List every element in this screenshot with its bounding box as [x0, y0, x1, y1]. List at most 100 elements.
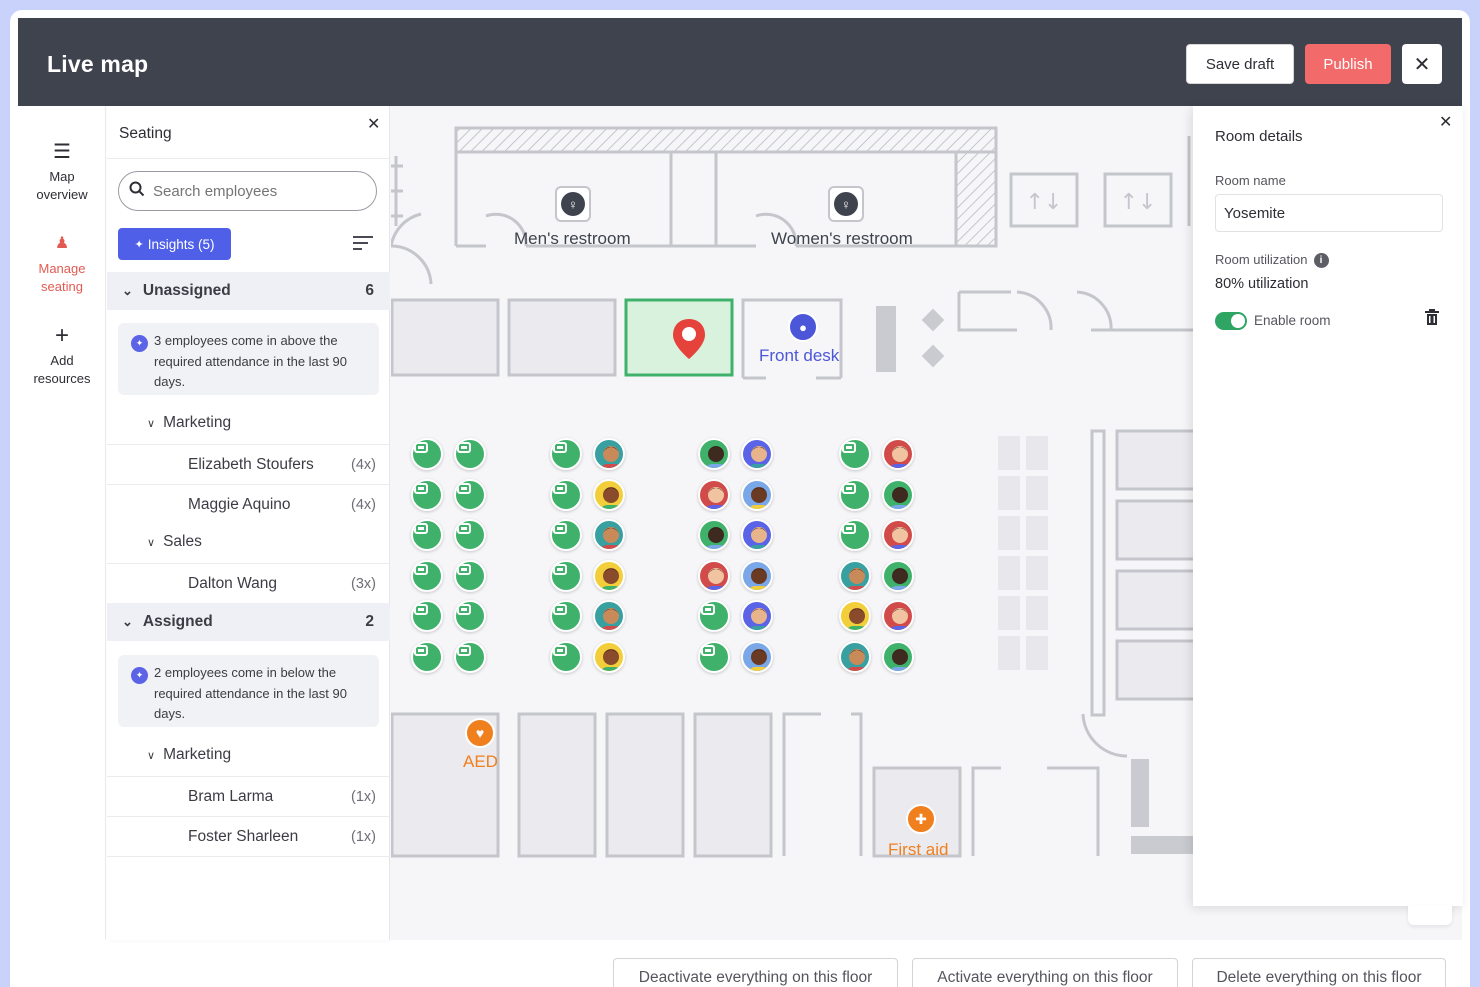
avatar[interactable] [741, 641, 773, 673]
employee-row[interactable]: Dalton Wang (3x) [107, 563, 390, 603]
rail-map-overview[interactable]: ☰ Map overview [18, 140, 106, 204]
womens-restroom-label: Women's restroom [771, 229, 913, 248]
avatar[interactable] [882, 438, 914, 470]
desk-icon[interactable] [698, 641, 730, 673]
desk-icon[interactable] [454, 479, 486, 511]
search-employees[interactable] [118, 171, 377, 211]
close-icon[interactable]: ✕ [1439, 112, 1452, 132]
publish-button[interactable]: Publish [1305, 44, 1391, 84]
enable-room-toggle[interactable] [1215, 312, 1247, 330]
desk-icon[interactable] [550, 600, 582, 632]
search-input[interactable] [153, 182, 353, 200]
desk-icon[interactable] [454, 641, 486, 673]
seating-title: Seating [119, 125, 172, 142]
employee-row[interactable]: Maggie Aquino (4x) [107, 484, 390, 524]
avatar[interactable] [741, 519, 773, 551]
desk-icon[interactable] [454, 519, 486, 551]
desk-icon[interactable] [550, 519, 582, 551]
employee-row[interactable]: Bram Larma (1x) [107, 776, 390, 816]
top-bar: Live map Save draft Publish ✕ [18, 18, 1462, 106]
group-label: Assigned [142, 613, 213, 630]
avatar[interactable] [593, 438, 625, 470]
avatar[interactable] [882, 560, 914, 592]
avatar[interactable] [593, 560, 625, 592]
avatar[interactable] [698, 479, 730, 511]
desk-icon[interactable] [454, 438, 486, 470]
employee-row[interactable]: Elizabeth Stoufers (4x) [107, 444, 390, 484]
desk-icon[interactable] [411, 641, 443, 673]
chevron-down-icon: ⌄ [122, 614, 133, 629]
first-aid-icon[interactable]: ✚ [906, 804, 936, 834]
subgroup-sales[interactable]: ∨ Sales [147, 533, 202, 551]
desk-icon[interactable] [411, 519, 443, 551]
desk-icon[interactable] [550, 438, 582, 470]
avatar[interactable] [882, 519, 914, 551]
avatar[interactable] [593, 519, 625, 551]
desk-icon[interactable] [411, 438, 443, 470]
desk-icon[interactable] [454, 560, 486, 592]
rail-manage-seating[interactable]: ♟ Manage seating [18, 232, 106, 296]
people-icon: ♟ [54, 235, 70, 252]
delete-floor-button[interactable]: Delete everything on this floor [1192, 958, 1446, 987]
enable-room-label: Enable room [1254, 313, 1331, 328]
room-name-field[interactable]: Yosemite [1215, 194, 1443, 232]
avatar[interactable] [882, 479, 914, 511]
close-icon[interactable]: ✕ [1402, 44, 1442, 84]
avatar[interactable] [839, 641, 871, 673]
desk-icon[interactable] [411, 560, 443, 592]
group-unassigned[interactable]: ⌄ Unassigned 6 [107, 272, 390, 310]
deactivate-floor-button[interactable]: Deactivate everything on this floor [613, 958, 898, 987]
insights-button[interactable]: ✦ Insights (5) [118, 228, 231, 260]
desk-icon[interactable] [454, 600, 486, 632]
restroom-icon[interactable]: ♀ [555, 186, 591, 222]
rail-add-resources[interactable]: + Add resources [18, 324, 106, 388]
avatar[interactable] [839, 560, 871, 592]
chevron-down-icon: ∨ [147, 749, 156, 762]
chevron-down-icon: ⌄ [122, 283, 133, 298]
desk-icon[interactable] [550, 641, 582, 673]
avatar[interactable] [741, 600, 773, 632]
trash-icon[interactable] [1425, 309, 1439, 330]
avatar[interactable] [741, 479, 773, 511]
desk-icon[interactable] [411, 600, 443, 632]
desk-icon[interactable] [839, 519, 871, 551]
desk-icon[interactable] [839, 438, 871, 470]
front-desk-label: Front desk [759, 346, 840, 365]
desk-icon[interactable] [698, 600, 730, 632]
subgroup-marketing[interactable]: ∨ Marketing [147, 746, 231, 764]
save-draft-button[interactable]: Save draft [1186, 44, 1294, 84]
desk-icon[interactable] [550, 560, 582, 592]
avatar[interactable] [593, 641, 625, 673]
map-controls[interactable] [1408, 905, 1452, 925]
room-details-panel: Room details ✕ Room name Yosemite Room u… [1193, 106, 1463, 906]
rail-label: Add resources [33, 353, 91, 386]
avatar[interactable] [882, 600, 914, 632]
info-icon[interactable]: i [1313, 253, 1329, 269]
avatar[interactable] [593, 479, 625, 511]
activate-floor-button[interactable]: Activate everything on this floor [912, 958, 1178, 987]
desk-icon[interactable] [550, 479, 582, 511]
sort-icon[interactable] [353, 234, 373, 255]
subgroup-marketing[interactable]: ∨ Marketing [147, 414, 231, 432]
front-desk-icon[interactable]: ● [788, 312, 818, 342]
avatar[interactable] [741, 438, 773, 470]
close-icon[interactable]: ✕ [367, 114, 380, 134]
desk-icon[interactable] [411, 479, 443, 511]
restroom-icon[interactable]: ♀ [828, 186, 864, 222]
group-assigned[interactable]: ⌄ Assigned 2 [107, 603, 390, 641]
avatar[interactable] [698, 560, 730, 592]
desk-icon[interactable] [839, 479, 871, 511]
chevron-down-icon: ∨ [147, 536, 156, 549]
utilization-value: 80% utilization [1215, 276, 1309, 292]
employee-row[interactable]: Foster Sharleen (1x) [107, 816, 390, 856]
avatar[interactable] [839, 600, 871, 632]
seating-panel: Seating ✕ ✦ Insights (5) ⌄ Unassigned 6 … [107, 106, 390, 940]
avatar[interactable] [698, 519, 730, 551]
avatar[interactable] [741, 560, 773, 592]
chevron-down-icon: ∨ [147, 417, 156, 430]
heart-icon[interactable]: ♥ [465, 718, 495, 748]
avatar[interactable] [882, 641, 914, 673]
avatar[interactable] [593, 600, 625, 632]
avatar[interactable] [698, 438, 730, 470]
app-window: Live map Save draft Publish ✕ ☰ Map over… [10, 10, 1470, 987]
